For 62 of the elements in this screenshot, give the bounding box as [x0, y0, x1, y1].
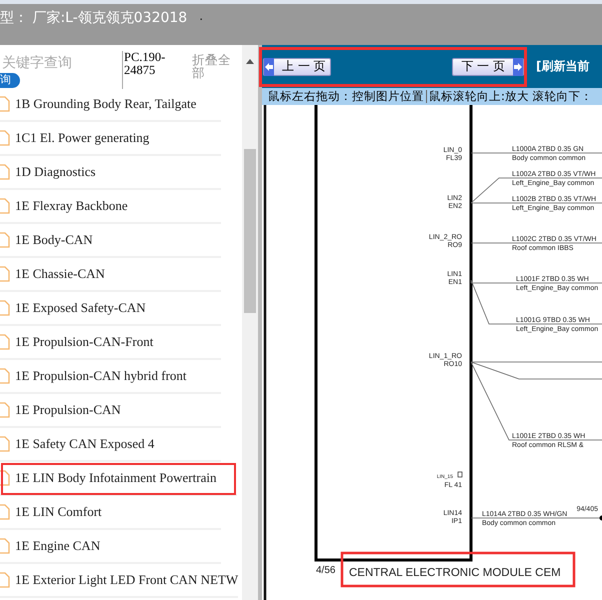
- document-icon: [0, 368, 10, 384]
- document-icon: [0, 334, 10, 350]
- tree-item-label: 1E Chassie-CAN: [15, 266, 105, 282]
- document-icon: [0, 130, 10, 146]
- document-icon: [0, 300, 10, 316]
- document-icon: [0, 96, 10, 112]
- tree-item-label: 1E LIN Body Infotainment Powertrain: [15, 470, 216, 486]
- document-icon: [0, 164, 10, 180]
- tree-item-label: 1E Engine CAN: [15, 538, 100, 554]
- tree-item-label: 1E Exterior Light LED Front CAN NETW: [15, 572, 238, 588]
- window-title: 型： 厂家:L-领克领克032018: [0, 9, 188, 27]
- tree-item-label: 1E Body-CAN: [15, 232, 93, 248]
- document-icon: [0, 198, 10, 214]
- tree-item[interactable]: 1D Diagnostics: [0, 156, 221, 190]
- tree-item-label: 1E Propulsion-CAN hybrid front: [15, 368, 187, 384]
- tree-item[interactable]: 1B Grounding Body Rear, Tailgate: [0, 88, 221, 122]
- wiring-diagram[interactable]: [262, 105, 602, 600]
- tree-item-label: 1D Diagnostics: [15, 164, 96, 180]
- scrollbar-thumb[interactable]: [244, 149, 256, 313]
- tree-item[interactable]: 1E Propulsion-CAN: [0, 394, 221, 428]
- tree-item-label: 1B Grounding Body Rear, Tailgate: [15, 96, 196, 112]
- tree-item[interactable]: 1E Body-CAN: [0, 224, 221, 258]
- tree-item-label: 1E Exposed Safety-CAN: [15, 300, 146, 316]
- tree-item-label: 1E Flexray Backbone: [15, 198, 128, 214]
- document-icon: [0, 402, 10, 418]
- pin-marker-icon: [458, 472, 462, 478]
- module-caption: CENTRAL ELECTRONIC MODULE CEM: [349, 567, 561, 579]
- tree-item[interactable]: 1E Exposed Safety-CAN: [0, 292, 221, 326]
- document-icon: [0, 538, 10, 554]
- document-icon: [0, 232, 10, 248]
- tree-item[interactable]: 1E Safety CAN Exposed 4: [0, 428, 221, 462]
- document-icon: [0, 572, 10, 588]
- tree-item-label: 1E Propulsion-CAN-Front: [15, 334, 154, 350]
- search-field[interactable]: 关键字查询: [0, 53, 120, 73]
- tree-item-label: 1C1 El. Power generating: [15, 130, 150, 146]
- document-icon: [0, 266, 10, 282]
- page-number: 4/56: [316, 565, 336, 576]
- tree-item[interactable]: 1E Exterior Light LED Front CAN NETW: [0, 564, 238, 598]
- scrollbar[interactable]: [242, 45, 258, 600]
- refresh-page-link[interactable]: [刷新当前: [536, 58, 590, 75]
- document-icon: [0, 504, 10, 520]
- tree-item[interactable]: 1E Flexray Backbone: [0, 190, 221, 224]
- title-dot: .: [199, 9, 204, 23]
- tree-item-label: 1E Propulsion-CAN: [15, 402, 121, 418]
- hint-text: 鼠标滚轮向上:放大 滚轮向下：: [429, 89, 593, 104]
- tree-item[interactable]: 1E Chassie-CAN: [0, 258, 221, 292]
- search-button[interactable]: 询: [0, 73, 20, 88]
- scroll-up-icon[interactable]: [246, 59, 254, 64]
- tree-item[interactable]: 1E LIN Body Infotainment Powertrain: [0, 462, 237, 496]
- tree-item[interactable]: 1E Propulsion-CAN-Front: [0, 326, 221, 360]
- document-icon: [0, 436, 10, 452]
- document-icon: [0, 470, 10, 486]
- tree-item[interactable]: 1E Propulsion-CAN hybrid front: [0, 360, 221, 394]
- tree-item[interactable]: 1E Engine CAN: [0, 530, 221, 564]
- previous-page-button[interactable]: 上 一 页: [263, 58, 331, 76]
- next-page-button[interactable]: 下 一 页: [452, 58, 524, 76]
- part-number: PC.190-24875: [122, 51, 180, 89]
- tree-item-label: 1E Safety CAN Exposed 4: [15, 436, 154, 452]
- tree-item[interactable]: 1C1 El. Power generating: [0, 122, 221, 156]
- hint-text: 鼠标左右拖动：控制图片位置: [268, 89, 424, 104]
- tree-item-label: 1E LIN Comfort: [15, 504, 102, 520]
- tree-item[interactable]: 1E LIN Comfort: [0, 496, 221, 530]
